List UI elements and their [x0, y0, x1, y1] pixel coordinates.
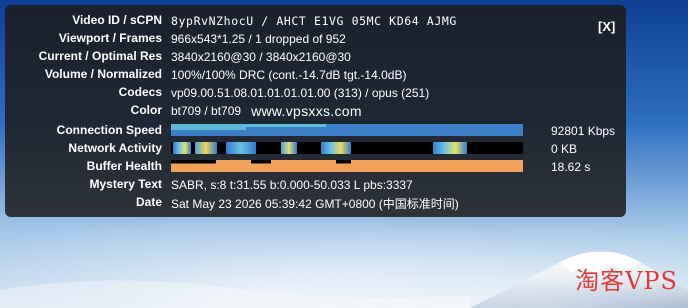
row-codecs: Codecs vp09.00.51.08.01.01.01.01.00 (313… [5, 84, 430, 102]
connection-bar-highlight [171, 124, 246, 130]
row-date: Date Sat May 23 2026 05:39:42 GMT+0800 (… [5, 194, 459, 212]
network-activity-label: Network Activity [68, 141, 162, 155]
date-label: Date [135, 195, 162, 209]
network-burst [226, 142, 256, 154]
video-id-label: Video ID / sCPN [72, 13, 162, 27]
network-burst [281, 142, 297, 154]
row-network-activity: Network Activity [5, 140, 162, 158]
buffer-peak [216, 160, 251, 172]
buffer-health-label: Buffer Health [86, 159, 162, 173]
row-viewport: Viewport / Frames 966x543*1.25 / 1 dropp… [5, 30, 346, 48]
network-activity-graph [171, 142, 523, 154]
codecs-value: vp09.00.51.08.01.01.01.01.00 (313) / opu… [171, 86, 430, 100]
network-activity-value: 0 KB [551, 142, 578, 156]
color-label: Color [130, 103, 162, 117]
volume-label: Volume / Normalized [44, 67, 162, 81]
resolution-value: 3840x2160@30 / 3840x2160@30 [171, 50, 351, 64]
connection-speed-value: 92801 Kbps [551, 124, 616, 138]
color-value: bt709 / bt709 [171, 104, 242, 118]
network-burst [433, 142, 467, 154]
mystery-text-value: SABR, s:8 t:31.55 b:0.000-50.033 L pbs:3… [171, 178, 413, 192]
site-text: www.vpsxxs.com [251, 103, 362, 119]
row-color: Color bt709 / bt709 www.vpsxxs.com [5, 102, 362, 120]
viewport-label: Viewport / Frames [58, 31, 162, 45]
volume-value: 100%/100% DRC (cont.-14.7dB tgt.-14.0dB) [171, 68, 407, 82]
network-burst [321, 142, 351, 154]
row-connection-speed: Connection Speed [5, 122, 162, 140]
buffer-peak [271, 160, 336, 172]
row-volume: Volume / Normalized 100%/100% DRC (cont.… [5, 66, 407, 84]
video-id-value: 8ypRvNZhocU / AHCT E1VG 05MC KD64 AJMG [171, 14, 457, 28]
row-resolution: Current / Optimal Res 3840x2160@30 / 384… [5, 48, 351, 66]
buffer-health-value: 18.62 s [551, 160, 591, 174]
stats-for-nerds-panel: [X] Video ID / sCPN 8ypRvNZhocU / AHCT E… [5, 5, 626, 217]
connection-speed-graph [171, 124, 523, 136]
close-button[interactable]: [X] [598, 19, 615, 34]
network-burst [195, 142, 217, 154]
network-burst [173, 142, 191, 154]
buffer-health-graph [171, 160, 523, 172]
buffer-peak [351, 160, 523, 172]
codecs-label: Codecs [118, 85, 162, 99]
row-video-id: Video ID / sCPN 8ypRvNZhocU / AHCT E1VG … [5, 12, 457, 30]
viewport-value: 966x543*1.25 / 1 dropped of 952 [171, 32, 346, 46]
date-value: Sat May 23 2026 05:39:42 GMT+0800 (中国标准时… [171, 196, 459, 211]
row-buffer-health: Buffer Health [5, 158, 162, 176]
watermark: 淘客VPS [575, 267, 678, 295]
resolution-label: Current / Optimal Res [38, 49, 162, 63]
mystery-text-label: Mystery Text [89, 177, 162, 191]
connection-speed-label: Connection Speed [56, 123, 162, 137]
connection-bar-highlight-2 [246, 124, 326, 127]
row-mystery-text: Mystery Text SABR, s:8 t:31.55 b:0.000-5… [5, 176, 413, 194]
